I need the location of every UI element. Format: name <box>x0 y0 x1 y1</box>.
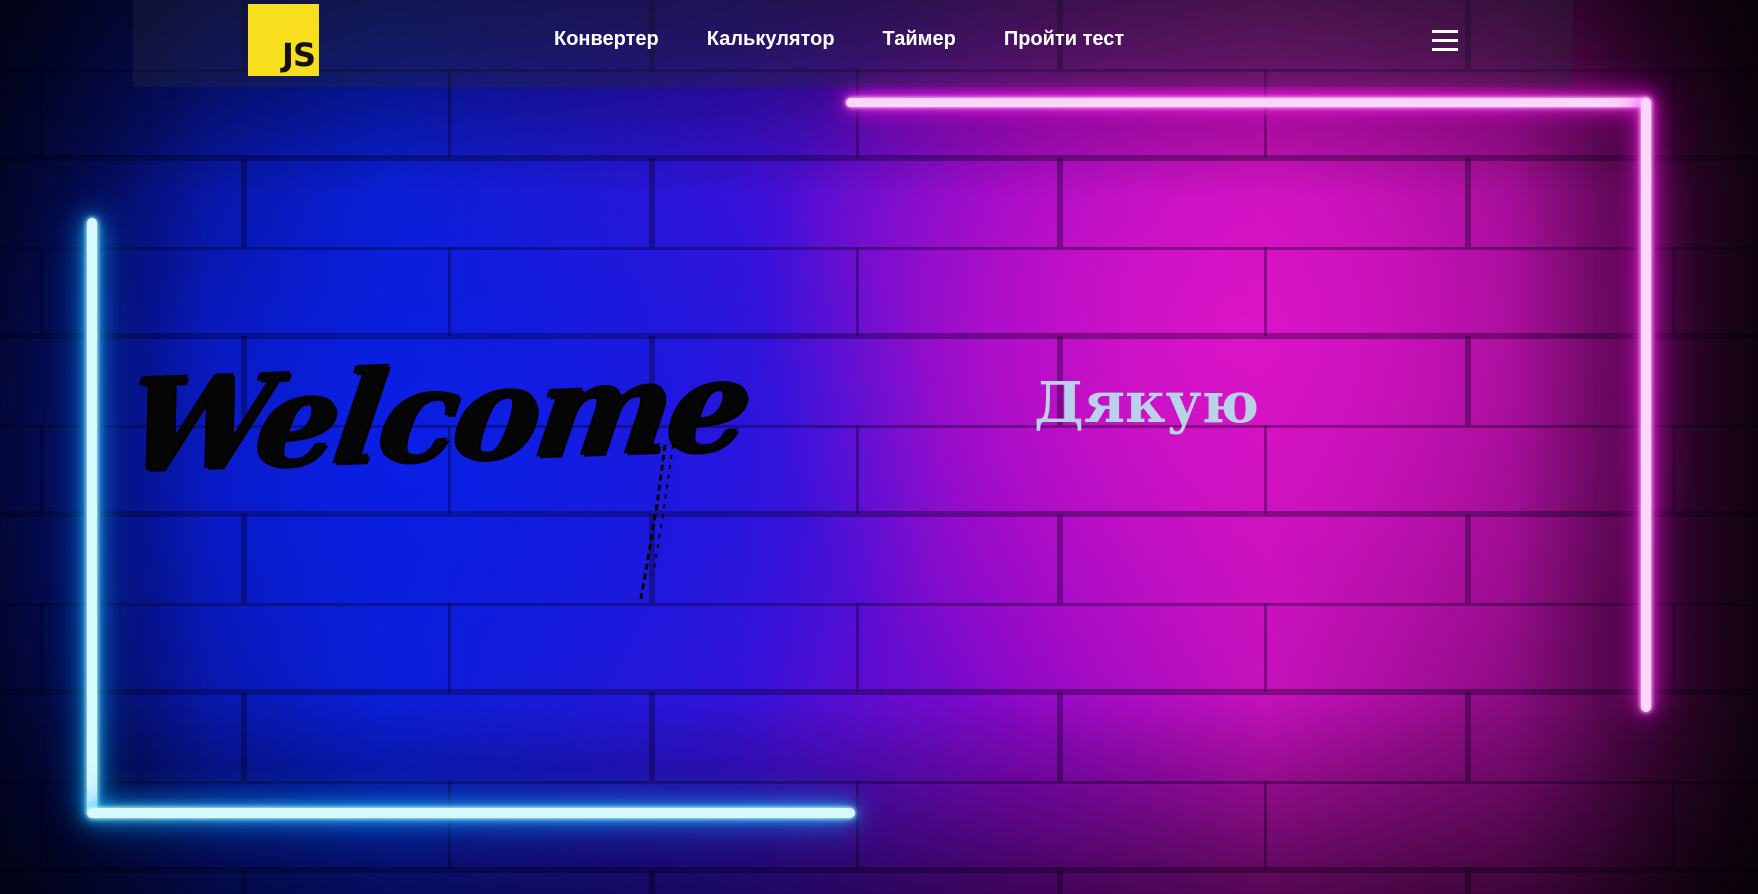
thanks-heading: Дякую <box>1034 370 1259 436</box>
neon-line-right <box>1641 98 1651 712</box>
brush-stroke-graphic <box>638 445 674 604</box>
welcome-graphic: Welcome <box>118 300 770 604</box>
logo-text: JS <box>282 36 316 74</box>
hamburger-menu-icon[interactable] <box>1432 30 1458 52</box>
neon-line-left <box>87 218 97 814</box>
nav-take-test[interactable]: Пройти тест <box>1004 28 1124 51</box>
page: JS Конвертер Калькулятор Таймер Пройти т… <box>0 0 1758 894</box>
neon-line-bottom <box>87 808 855 818</box>
main-nav: Конвертер Калькулятор Таймер Пройти тест <box>554 28 1124 51</box>
js-logo[interactable]: JS <box>248 4 319 76</box>
neon-line-top <box>846 98 1650 107</box>
nav-converter[interactable]: Конвертер <box>554 28 659 51</box>
nav-timer[interactable]: Таймер <box>883 28 956 51</box>
nav-calculator[interactable]: Калькулятор <box>707 28 835 51</box>
